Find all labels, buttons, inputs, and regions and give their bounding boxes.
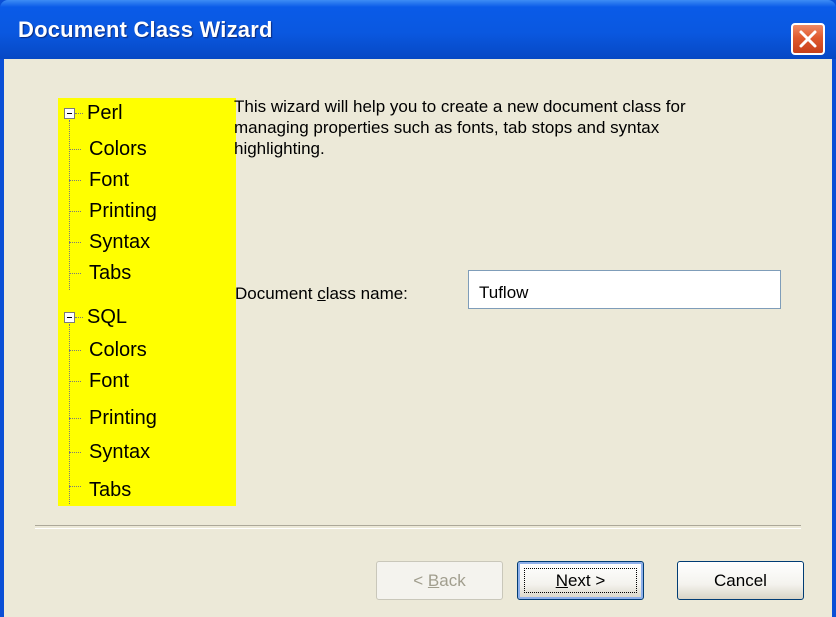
tree-node-sql-printing[interactable]: Printing xyxy=(58,403,236,433)
wizard-intro-text: This wizard will help you to create a ne… xyxy=(234,97,686,158)
button-separator xyxy=(35,525,801,529)
tree-connector xyxy=(69,452,81,453)
label-accelerator: c xyxy=(317,284,326,303)
collapse-icon[interactable] xyxy=(64,108,75,119)
class-name-label: Document class name: xyxy=(235,284,408,304)
title-bar[interactable]: Document Class Wizard xyxy=(0,0,836,59)
tree-connector xyxy=(69,273,81,274)
close-button[interactable] xyxy=(791,23,825,55)
cancel-button[interactable]: Cancel xyxy=(677,561,804,600)
window-title: Document Class Wizard xyxy=(18,17,273,42)
tree-node-label: SQL xyxy=(87,306,128,328)
tree-connector xyxy=(69,211,81,212)
tree-node-label: Syntax xyxy=(89,441,151,463)
tree-node-perl-printing[interactable]: Printing xyxy=(58,196,236,226)
tree-connector xyxy=(75,317,83,318)
button-accelerator: B xyxy=(427,571,440,590)
tree-connector xyxy=(69,381,81,382)
tree-node-perl-colors[interactable]: Colors xyxy=(58,134,236,164)
tree-node-sql[interactable]: SQL xyxy=(58,302,236,332)
tree-connector xyxy=(69,486,81,487)
tree-node-perl-tabs[interactable]: Tabs xyxy=(58,258,236,288)
tree-connector xyxy=(69,350,81,351)
tree-node-label: Font xyxy=(89,169,130,191)
focus-indicator xyxy=(524,568,637,593)
tree-node-label: Tabs xyxy=(89,262,132,284)
tree-node-sql-syntax[interactable]: Syntax xyxy=(58,437,236,467)
tree-node-label: Tabs xyxy=(89,479,132,501)
tree-node-label: Perl xyxy=(87,102,123,124)
tree-node-sql-colors[interactable]: Colors xyxy=(58,335,236,365)
back-button[interactable]: < Back xyxy=(376,561,503,600)
tree-node-label: Font xyxy=(89,370,130,392)
tree-node-label: Syntax xyxy=(89,231,151,253)
button-text: ack xyxy=(439,571,466,590)
document-class-tree[interactable]: Perl Colors Font Printing Syntax Tabs SQ… xyxy=(58,98,236,506)
dialog-client-area: Perl Colors Font Printing Syntax Tabs SQ… xyxy=(4,59,832,617)
tree-node-label: Colors xyxy=(89,339,147,361)
next-button[interactable]: Next > xyxy=(517,561,644,600)
close-icon xyxy=(799,30,817,48)
tree-connector xyxy=(69,180,81,181)
tree-node-label: Colors xyxy=(89,138,147,160)
tree-node-sql-tabs[interactable]: Tabs xyxy=(58,471,236,506)
tree-node-perl-font[interactable]: Font xyxy=(58,165,236,195)
dialog-window: Document Class Wizard Perl Colors Font P… xyxy=(0,0,836,617)
class-name-input[interactable] xyxy=(468,270,781,309)
tree-connector xyxy=(69,418,81,419)
tree-connector xyxy=(75,113,83,114)
tree-connector xyxy=(69,149,81,150)
tree-connector xyxy=(69,242,81,243)
tree-node-label: Printing xyxy=(89,200,157,222)
collapse-icon[interactable] xyxy=(64,312,75,323)
label-text: Document xyxy=(235,284,318,303)
tree-node-perl[interactable]: Perl xyxy=(58,98,236,128)
tree-node-perl-syntax[interactable]: Syntax xyxy=(58,227,236,257)
tree-node-sql-font[interactable]: Font xyxy=(58,366,236,396)
button-text: < xyxy=(413,571,428,590)
tree-node-label: Printing xyxy=(89,407,157,429)
label-text: lass name: xyxy=(325,284,408,303)
